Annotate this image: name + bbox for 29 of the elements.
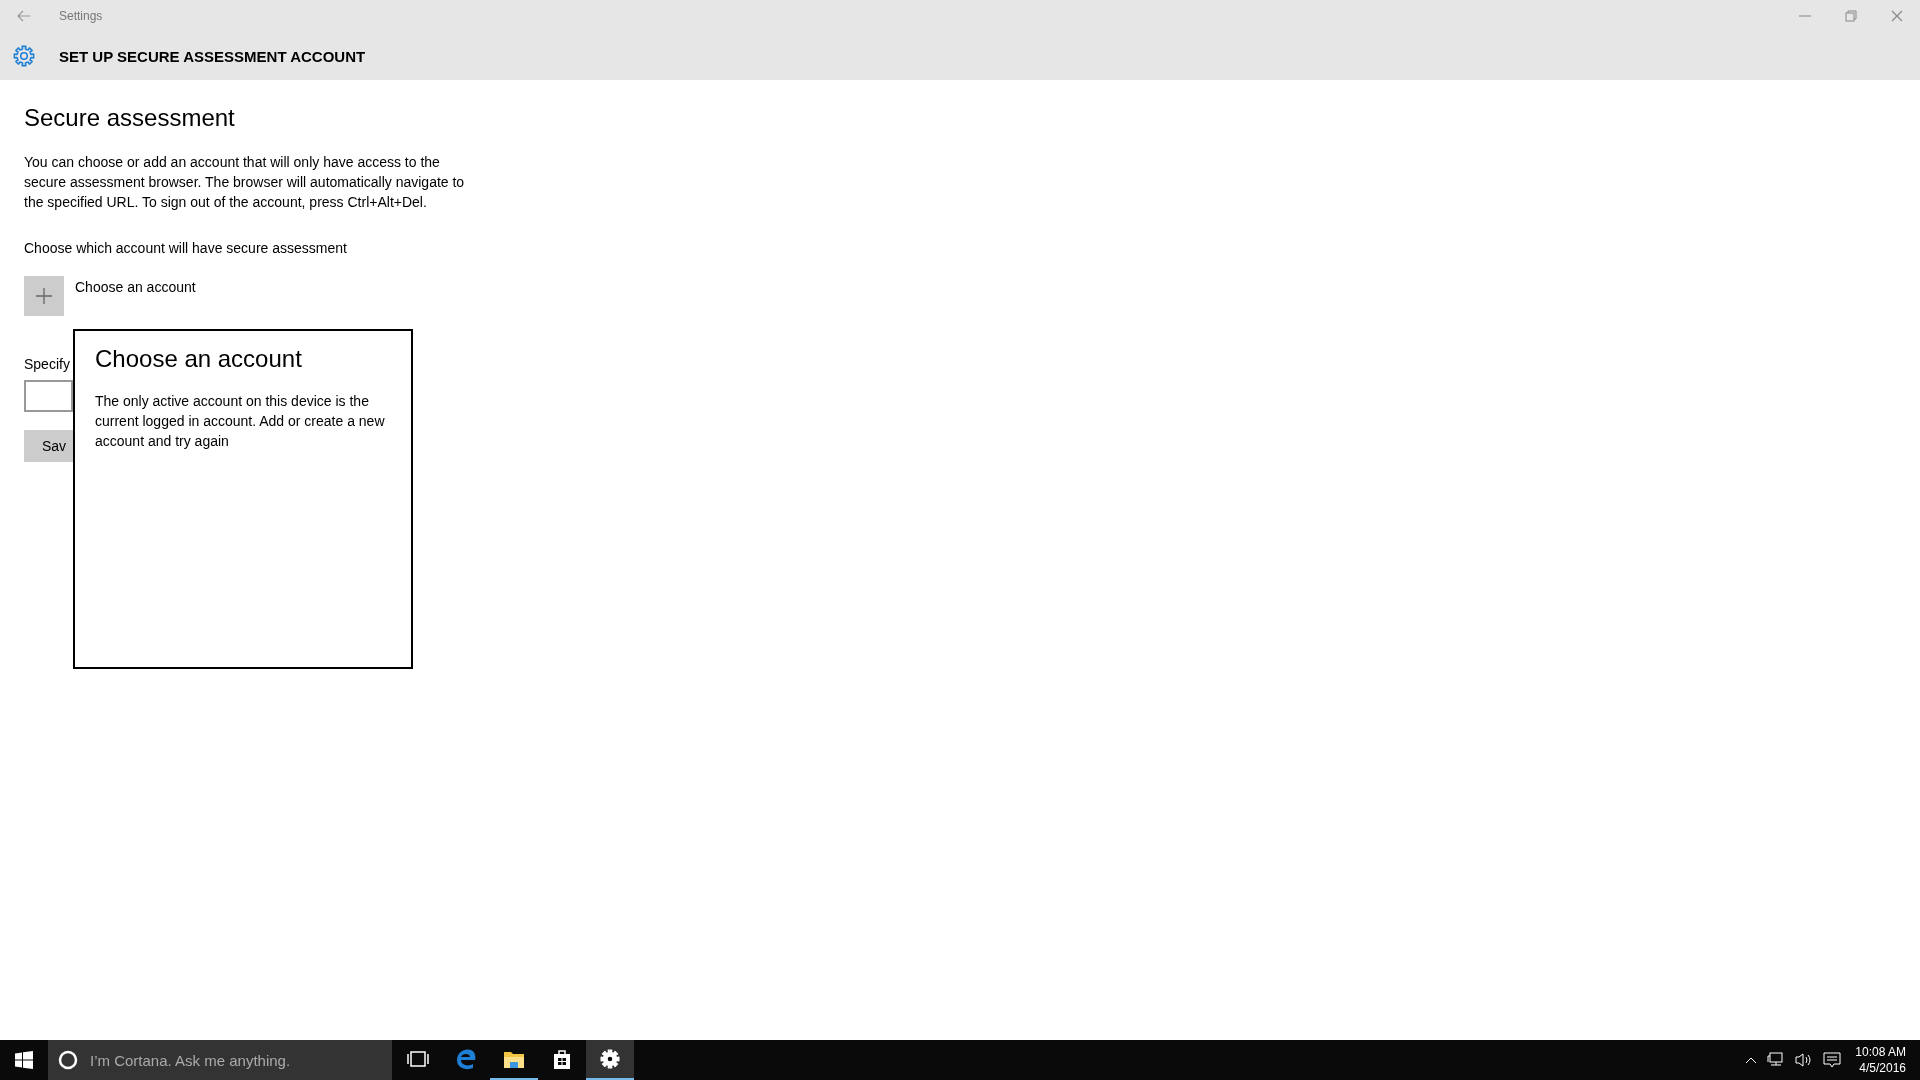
browser-icon [455,1048,477,1070]
search-box[interactable]: I’m Cortana. Ask me anything. [48,1040,392,1080]
folder-icon [503,1049,525,1069]
url-field[interactable] [24,380,73,412]
restore-icon [1845,10,1857,22]
app-name: Settings [59,9,103,23]
taskbar-app-button[interactable] [586,1040,634,1080]
section-heading: Secure assessment [24,104,236,132]
settings-icon [12,44,36,68]
choose-account-label: Choose an account [75,279,196,295]
save-button[interactable]: Sav [24,430,73,462]
close-icon [1891,10,1903,22]
plus-icon [35,287,53,305]
account-prompt: Choose which account will have secure assessment [24,240,348,256]
search-field[interactable]: I’m Cortana. Ask me anything. [88,1050,372,1070]
store-icon [552,1048,572,1070]
settings-icon [600,1049,620,1069]
notification-icon[interactable] [1821,1052,1844,1068]
task-view-icon [407,1051,429,1067]
minimize-icon [1799,15,1811,17]
windows-logo-icon [15,1051,33,1069]
clock[interactable]: 10:08 AM 4/5/2016 [1849,1045,1906,1075]
page-title: SET UP SECURE ASSESSMENT ACCOUNT [59,47,366,65]
back-arrow-icon [17,10,31,22]
cortana-icon [58,1050,78,1070]
description-text: You can choose or add an account that will only have access to the secure assessment browser. The browser will automatically navigate to the specified URL. To sign out of the account, press Ctrl+Alt+Del. [24,153,466,212]
dialog-title: Choose an account [95,345,303,373]
url-label: Specify [24,356,70,372]
dialog-message: The only active account on this device is the current logged in account. Add or create a new account and try again [95,392,386,451]
